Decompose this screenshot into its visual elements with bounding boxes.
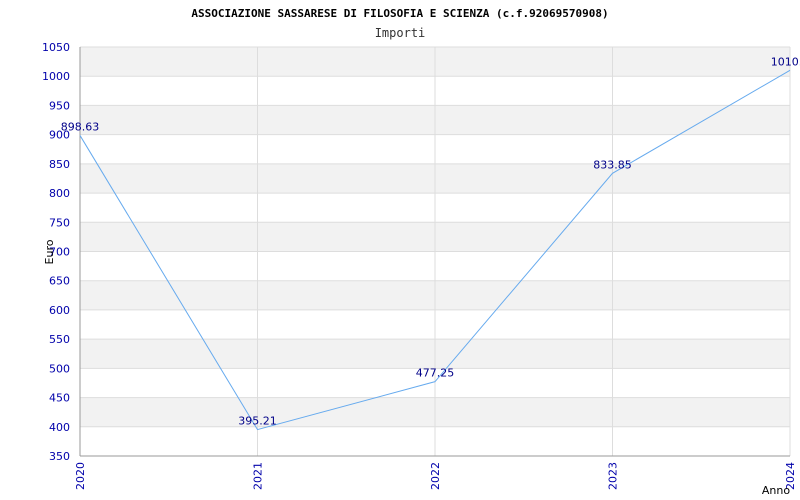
chart-title: ASSOCIAZIONE SASSARESE DI FILOSOFIA E SC… xyxy=(191,7,608,20)
x-tick-labels: 2020 2021 2022 2023 2024 xyxy=(74,462,797,490)
line-chart: 3504004505005506006507007508008509009501… xyxy=(42,7,800,497)
x-tick-label: 2023 xyxy=(607,462,620,490)
y-tick-label: 400 xyxy=(49,421,70,434)
y-tick-label: 1050 xyxy=(42,41,70,54)
data-label: 395.21 xyxy=(238,415,277,428)
y-tick-label: 850 xyxy=(49,158,70,171)
data-label: 898.63 xyxy=(61,120,100,133)
x-tick-label: 2021 xyxy=(252,462,265,490)
y-axis-title: Euro xyxy=(43,239,56,264)
y-tick-label: 350 xyxy=(49,450,70,463)
y-tick-label: 950 xyxy=(49,99,70,112)
y-tick-label: 650 xyxy=(49,275,70,288)
chart-subtitle: Importi xyxy=(375,26,426,40)
data-label: 833.85 xyxy=(593,158,632,171)
x-tick-label: 2020 xyxy=(74,462,87,490)
y-tick-label: 600 xyxy=(49,304,70,317)
y-tick-label: 800 xyxy=(49,187,70,200)
y-tick-label: 1000 xyxy=(42,70,70,83)
y-tick-label: 500 xyxy=(49,362,70,375)
data-label: 1010.1 xyxy=(771,55,800,68)
y-tick-label: 550 xyxy=(49,333,70,346)
x-tick-label: 2022 xyxy=(429,462,442,490)
y-tick-label: 450 xyxy=(49,392,70,405)
y-tick-label: 750 xyxy=(49,216,70,229)
x-axis-title: Anno xyxy=(762,484,790,497)
data-label: 477.25 xyxy=(416,367,455,380)
